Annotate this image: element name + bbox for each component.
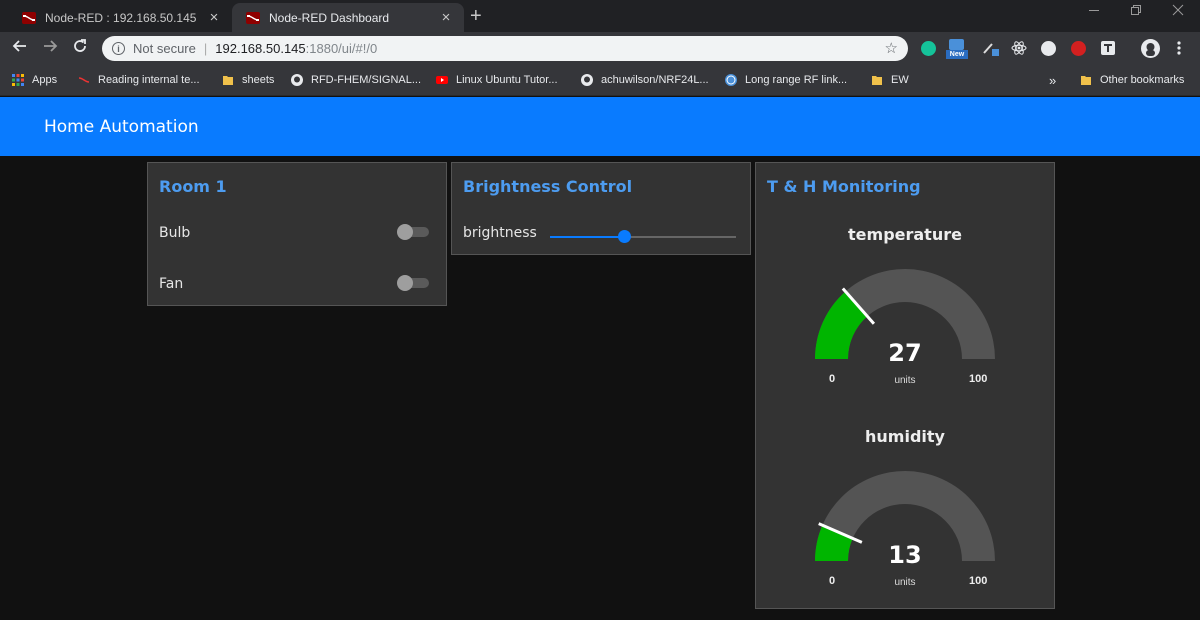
humidity-max: 100: [969, 575, 988, 587]
adblock-extension-icon[interactable]: [1071, 41, 1086, 56]
bookmark-rfd-fhem[interactable]: RFD-FHEM/SIGNAL...: [291, 72, 421, 88]
bulb-label: Bulb: [159, 225, 191, 241]
url-host: 192.168.50.145: [215, 41, 306, 56]
temperature-value: 27: [888, 339, 922, 367]
bookmarks-bar: Apps Reading internal te... sheets RFD-F…: [0, 65, 1200, 96]
menu-kebab-icon[interactable]: [1176, 40, 1182, 61]
humidity-gauge: 13 units: [814, 469, 996, 588]
address-divider: |: [203, 41, 208, 56]
fan-switch[interactable]: [397, 275, 431, 291]
humidity-gauge-title: humidity: [865, 427, 945, 446]
grammarly-extension-icon[interactable]: [921, 41, 936, 56]
folder-icon: [1081, 76, 1091, 85]
tab-close-icon[interactable]: ×: [438, 9, 454, 26]
tab-node-red-editor[interactable]: Node-RED : 192.168.50.145 ×: [8, 3, 232, 32]
bookmark-long-range-rf[interactable]: Long range RF link...: [725, 72, 847, 88]
bookmark-label: Long range RF link...: [745, 74, 848, 86]
bookmark-label: RFD-FHEM/SIGNAL...: [311, 74, 422, 86]
bookmark-label: Other bookmarks: [1100, 74, 1185, 86]
temperature-min: 0: [829, 373, 836, 385]
youtube-icon: [436, 76, 448, 84]
tab-close-icon[interactable]: ×: [206, 9, 222, 26]
slider-thumb[interactable]: [618, 230, 632, 243]
bookmark-label: EW: [891, 74, 909, 86]
group-room-1: Room 1 Bulb Fan: [147, 162, 447, 306]
forward-icon[interactable]: [40, 38, 60, 59]
bookmark-apps[interactable]: Apps: [12, 72, 57, 88]
node-red-icon: [78, 77, 90, 83]
close-window-icon[interactable]: [1172, 4, 1184, 19]
info-icon[interactable]: i: [112, 42, 125, 55]
slider-fill: [550, 236, 625, 238]
restore-icon[interactable]: [1130, 4, 1142, 19]
brightness-slider[interactable]: [550, 230, 736, 244]
group-title: Brightness Control: [463, 177, 633, 196]
temperature-gauge-title: temperature: [848, 225, 962, 244]
tab-node-red-dashboard[interactable]: Node-RED Dashboard ×: [232, 3, 464, 32]
tab-title: Node-RED : 192.168.50.145: [45, 10, 197, 25]
bookmark-linux-ubuntu[interactable]: Linux Ubuntu Tutor...: [436, 72, 558, 88]
minimize-icon[interactable]: [1088, 4, 1100, 19]
folder-icon: [223, 76, 233, 85]
dashboard-header: Home Automation: [0, 97, 1200, 156]
profile-avatar[interactable]: [1141, 39, 1160, 58]
bookmark-achuwilson[interactable]: achuwilson/NRF24L...: [581, 72, 709, 88]
folder-icon: [872, 76, 882, 85]
brightness-label: brightness: [463, 225, 537, 241]
circle-extension-icon[interactable]: [1041, 41, 1056, 56]
bookmark-sheets[interactable]: sheets: [222, 72, 274, 88]
reload-icon[interactable]: [70, 38, 90, 59]
bulb-switch[interactable]: [397, 224, 431, 240]
github-icon: [291, 74, 303, 86]
pen-extension-icon[interactable]: [982, 41, 1000, 62]
react-devtools-icon[interactable]: [1011, 40, 1027, 61]
new-tab-button[interactable]: +: [470, 5, 482, 28]
back-icon[interactable]: [10, 38, 30, 59]
t-extension-icon[interactable]: [1101, 41, 1115, 55]
other-bookmarks[interactable]: Other bookmarks: [1080, 72, 1184, 88]
switch-knob: [397, 224, 413, 240]
apps-grid-icon: [12, 74, 24, 86]
fan-label: Fan: [159, 276, 184, 292]
bookmark-label: achuwilson/NRF24L...: [601, 74, 709, 86]
group-title: T & H Monitoring: [767, 177, 921, 196]
extension-new-icon[interactable]: New: [946, 39, 968, 59]
bookmarks-overflow-button[interactable]: »: [1049, 72, 1056, 88]
group-title: Room 1: [159, 177, 227, 196]
bookmark-star-icon[interactable]: ☆: [885, 39, 898, 57]
node-red-favicon-icon: [246, 11, 260, 24]
humidity-min: 0: [829, 575, 836, 587]
bookmark-label: Linux Ubuntu Tutor...: [456, 74, 558, 86]
temperature-max: 100: [969, 373, 988, 385]
github-icon: [581, 74, 593, 86]
new-badge: New: [946, 50, 968, 59]
bookmark-label: Apps: [32, 74, 58, 86]
bookmark-label: Reading internal te...: [98, 74, 200, 86]
browser-tab-strip: Node-RED : 192.168.50.145 × Node-RED Das…: [0, 0, 1200, 32]
humidity-value: 13: [888, 541, 922, 569]
temperature-gauge: 27 units: [814, 267, 996, 386]
node-red-favicon-icon: [22, 11, 36, 24]
bookmark-ew[interactable]: EW: [871, 72, 909, 88]
bookmark-label: sheets: [242, 74, 275, 86]
bookmark-reading-internal[interactable]: Reading internal te...: [78, 72, 200, 88]
security-status: Not secure: [133, 41, 196, 56]
address-bar[interactable]: i Not secure | 192.168.50.145 :1880/ui/#…: [102, 36, 908, 61]
browser-toolbar: i Not secure | 192.168.50.145 :1880/ui/#…: [0, 32, 1200, 65]
url-path: :1880/ui/#!/0: [305, 41, 378, 56]
tab-title: Node-RED Dashboard: [269, 10, 390, 25]
group-brightness-control: Brightness Control brightness: [451, 162, 751, 255]
switch-knob: [397, 275, 413, 291]
group-th-monitoring: T & H Monitoring temperature 27 units 0 …: [755, 162, 1055, 609]
page-title: Home Automation: [44, 117, 199, 137]
wordpress-icon: [725, 74, 737, 86]
